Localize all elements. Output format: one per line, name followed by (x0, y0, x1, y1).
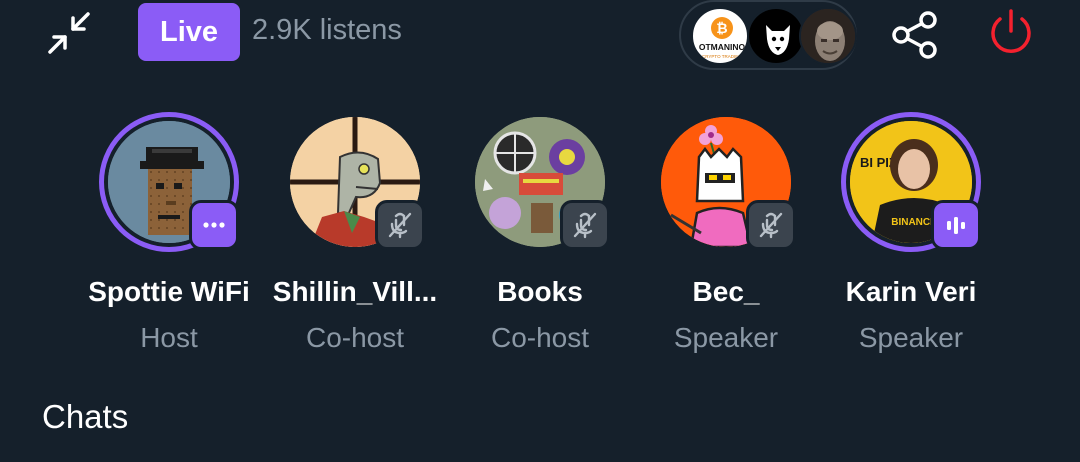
participant-name: Shillin_Vill... (272, 276, 438, 307)
mic-muted-icon (388, 212, 412, 239)
participant-cohost-1[interactable]: Shillin_Vill... Co-host (262, 112, 448, 362)
listener-avatar-2 (747, 7, 805, 65)
chats-heading: Chats (42, 398, 129, 435)
muted-badge (375, 200, 425, 250)
participant-name: Spottie WiFi (88, 276, 250, 307)
participant-cohost-2[interactable]: Books Co-host (447, 112, 633, 362)
mic-muted-icon (759, 212, 783, 239)
participant-role: Co-host (490, 322, 590, 353)
share-button[interactable] (886, 6, 944, 64)
participant-speaker-1[interactable]: Bec_ Speaker (633, 112, 819, 362)
participant-avatar-wrap: BI PIZZA BINANCE (841, 112, 981, 252)
muted-badge (560, 200, 610, 250)
participant-avatar-wrap (470, 112, 610, 252)
more-dots-icon (203, 222, 225, 228)
live-label: Live (159, 15, 219, 48)
power-icon (991, 9, 1031, 53)
muted-badge (746, 200, 796, 250)
participant-name: Karin Veri (845, 276, 977, 307)
listener-avatar-3 (799, 7, 857, 65)
space-screen: Live 2.9K listens ₿ OTMANINO CRYPTO TRAD… (0, 0, 1080, 462)
listener-avatar-1: ₿ OTMANINO CRYPTO TRADING (691, 7, 749, 65)
leave-space-button[interactable] (982, 4, 1040, 62)
minimize-arrows-icon (48, 12, 90, 54)
listens-count: 2.9K listens (252, 14, 402, 46)
participant-role: Host (140, 322, 198, 353)
svg-text:₿: ₿ (716, 20, 727, 36)
participant-speaker-2[interactable]: BI PIZZA BINANCE Karin Veri Speaker (818, 112, 1004, 362)
participant-role: Speaker (858, 322, 964, 353)
mic-muted-icon (573, 212, 597, 239)
listener-logo-subtext: CRYPTO TRADING (702, 54, 743, 59)
speaking-badge (931, 200, 981, 250)
audio-wave-icon (947, 217, 965, 234)
listeners-avatar-group[interactable]: ₿ OTMANINO CRYPTO TRADING (679, 0, 857, 70)
participant-avatar-wrap (99, 112, 239, 252)
share-icon (892, 11, 937, 59)
participant-role: Co-host (305, 322, 405, 353)
participant-role: Speaker (673, 322, 779, 353)
minimize-button[interactable] (40, 4, 98, 62)
listener-logo-text: OTMANINO (699, 42, 746, 52)
participant-name: Bec_ (692, 276, 760, 307)
participant-host[interactable]: Spottie WiFi Host (76, 112, 262, 362)
participant-avatar-wrap (285, 112, 425, 252)
more-options-badge[interactable] (189, 200, 239, 250)
live-badge: Live (138, 3, 240, 61)
participant-name: Books (497, 276, 583, 307)
participant-avatar-wrap (656, 112, 796, 252)
